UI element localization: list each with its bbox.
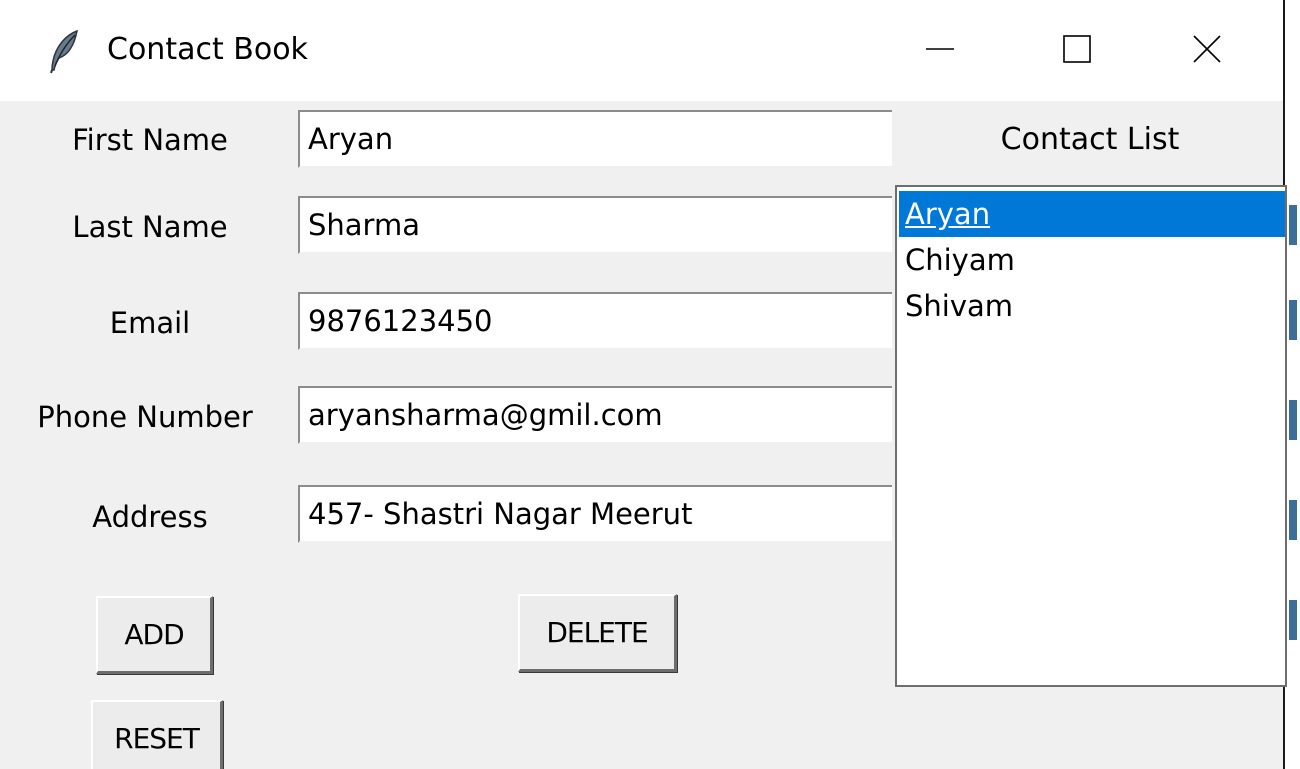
add-button[interactable]: ADD — [96, 596, 213, 674]
last-name-input[interactable] — [298, 196, 892, 254]
phone-number-label: Phone Number — [37, 400, 253, 434]
delete-button[interactable]: DELETE — [518, 594, 677, 672]
maximize-icon — [1063, 35, 1091, 67]
address-input[interactable] — [298, 485, 892, 543]
email-label: Email — [109, 306, 191, 340]
contact-listbox[interactable]: Aryan Chiyam Shivam — [895, 185, 1287, 687]
edge-marker — [1289, 400, 1297, 440]
contact-book-window: Contact Book First Name Last Name Email … — [0, 0, 1300, 769]
minimize-button[interactable] — [900, 20, 980, 82]
edge-marker — [1289, 500, 1297, 540]
contact-list-item[interactable]: Chiyam — [899, 237, 1285, 283]
close-button[interactable] — [1167, 20, 1247, 82]
minimize-icon — [926, 35, 954, 67]
last-name-label: Last Name — [72, 210, 228, 244]
edge-marker — [1289, 300, 1297, 340]
edge-marker — [1289, 205, 1297, 245]
contact-list-title: Contact List — [1000, 122, 1180, 157]
phone-number-input[interactable] — [298, 386, 892, 444]
feather-icon — [44, 28, 84, 74]
window-title: Contact Book — [107, 32, 308, 67]
first-name-label: First Name — [72, 123, 228, 157]
maximize-button[interactable] — [1037, 20, 1117, 82]
address-label: Address — [92, 500, 208, 534]
title-bar[interactable]: Contact Book — [0, 0, 1283, 101]
edge-marker — [1289, 600, 1297, 640]
contact-list-item[interactable]: Aryan — [899, 191, 1285, 237]
reset-button[interactable]: RESET — [91, 700, 223, 769]
email-input[interactable] — [298, 292, 892, 350]
contact-list-item[interactable]: Shivam — [899, 283, 1285, 329]
close-icon — [1193, 35, 1221, 67]
first-name-input[interactable] — [298, 110, 892, 168]
